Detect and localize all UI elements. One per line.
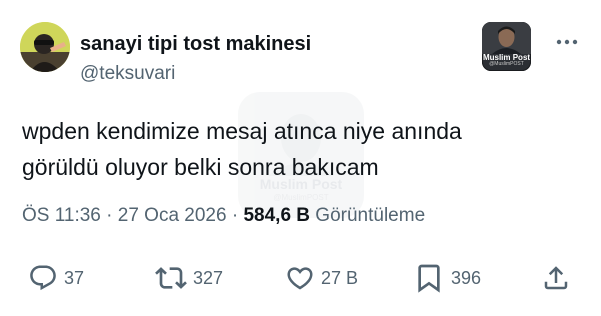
views-count: 584,6 B [243, 205, 311, 226]
heart-icon [287, 267, 313, 290]
reply-count: 37 [64, 267, 85, 288]
more-horizontal-icon [556, 39, 578, 45]
bookmark-button[interactable]: 396 [413, 262, 481, 294]
action-bar: 37 327 27 B 396 [0, 258, 601, 298]
muslim-post-badge[interactable]: Muslim Post @MuslimPOST [482, 22, 531, 71]
author-display-name[interactable]: sanayi tipi tost makinesi [80, 33, 311, 56]
tweet-text-line: wpden kendimize mesaj atınca niye anında [22, 118, 462, 144]
like-button[interactable]: 27 B [285, 262, 358, 294]
meta-separator: · [231, 205, 239, 226]
tweet-text: wpden kendimize mesaj atınca niye anında… [22, 113, 582, 185]
tweet-card: sanayi tipi tost makinesi @teksuvari Mus… [0, 0, 601, 316]
reply-icon [30, 265, 56, 291]
avatar[interactable] [20, 22, 70, 72]
share-button[interactable] [541, 262, 571, 294]
bookmark-count: 396 [451, 267, 482, 288]
views-label: Görüntüleme [315, 205, 426, 226]
tweet-meta: ÖS 11:36 · 27 Oca 2026 · 584,6 B Görüntü… [22, 205, 425, 227]
tweet-date[interactable]: 27 Oca 2026 [118, 205, 227, 226]
badge-portrait-icon [482, 22, 531, 54]
badge-handle: @MuslimPOST [489, 61, 524, 67]
watermark-handle: @MuslimPOST [273, 193, 329, 202]
like-count: 27 B [321, 267, 359, 288]
retweet-count: 327 [193, 267, 224, 288]
meta-separator: · [106, 205, 113, 226]
reply-button[interactable]: 37 [28, 262, 84, 294]
tweet-text-line: görüldü oluyor belki sonra bakıcam [22, 154, 379, 180]
tweet-time[interactable]: ÖS 11:36 [22, 205, 101, 226]
retweet-button[interactable]: 327 [155, 262, 223, 294]
author-handle[interactable]: @teksuvari [80, 63, 175, 85]
more-options-button[interactable] [551, 30, 583, 54]
retweet-icon [155, 267, 187, 289]
bookmark-icon [418, 264, 440, 293]
share-icon [544, 266, 568, 290]
